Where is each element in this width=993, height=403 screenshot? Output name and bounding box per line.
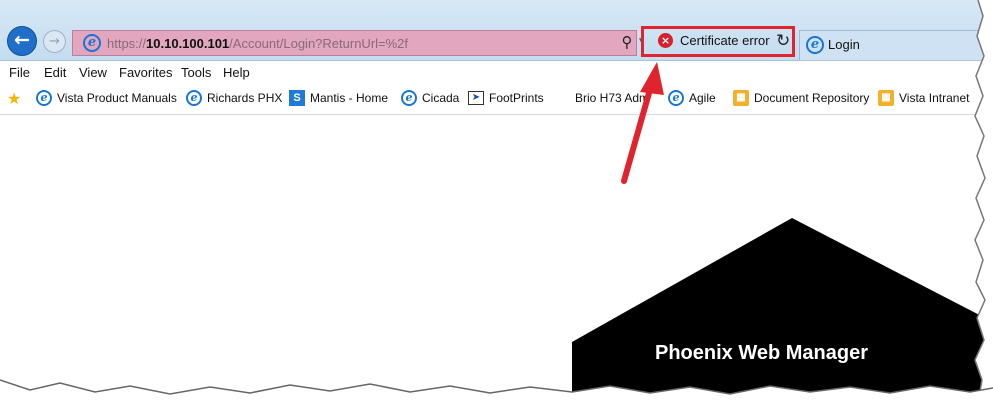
brand-title: Phoenix Web Manager [655, 342, 869, 364]
